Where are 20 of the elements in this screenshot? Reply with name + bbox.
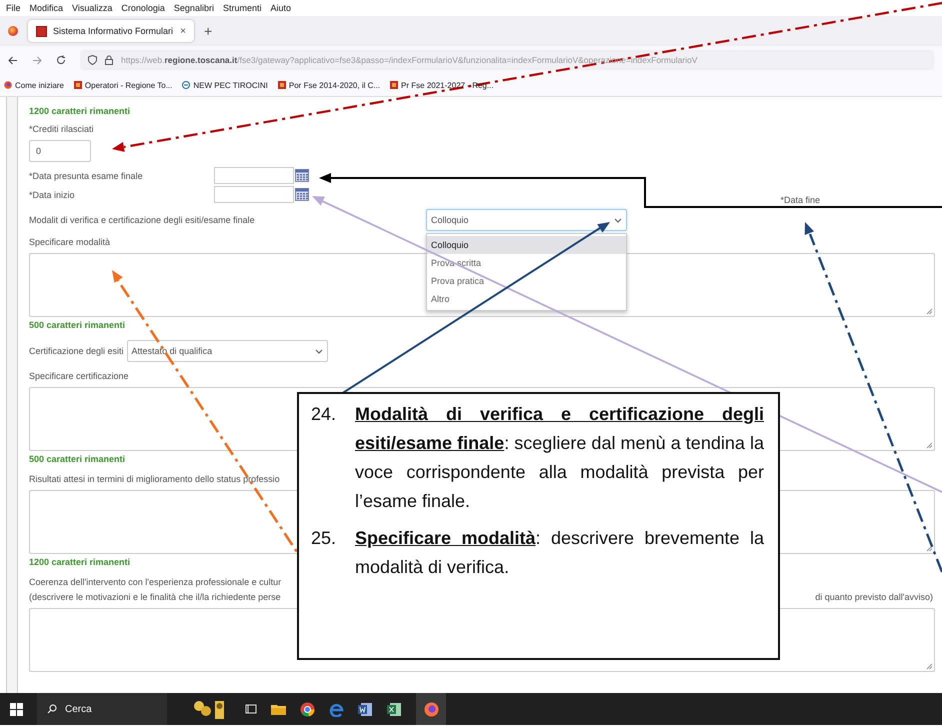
character-counter: 1200 caratteri rimanenti [29, 106, 130, 116]
instruction-text: Modalità di verifica e certificazione degli esiti/esame finale: scegliere dal menù a tendina la voce corrispondente alla modalità prevista per l’esame finale. [355, 403, 764, 513]
field-label: Certificazione degli esiti [29, 346, 124, 356]
field-label: *Crediti rilasciati [29, 124, 95, 134]
field-label: Risultati attesi in termini di miglioramento dello status professio [29, 473, 280, 486]
field-label: Specificare certificazione [29, 370, 129, 383]
field-label: *Data fine [780, 194, 820, 204]
instruction-text: Specificare modalità: descrivere brevemente la modalità di verifica. [355, 527, 764, 579]
field-label: (descrivere le motivazioni e le finalità che il/la richiedente perse [29, 591, 281, 604]
character-counter: 1200 caratteri rimanenti [29, 557, 130, 567]
list-number: 24. [310, 403, 338, 426]
field-label: Specificare modalità [29, 236, 110, 249]
field-label: di quanto previsto dall'avviso) [815, 591, 933, 604]
list-number: 25. [310, 527, 338, 550]
field-label: Modalit di verifica e certificazione degli esiti/esame finale [29, 215, 256, 225]
field-label: Coerenza dell'intervento con l'esperienza professionale e cultur [29, 576, 282, 589]
field-label: *Data inizio [29, 190, 76, 200]
character-counter: 500 caratteri rimanenti [29, 454, 126, 464]
field-label: *Data presunta esame finale [29, 170, 144, 180]
character-counter: 500 caratteri rimanenti [29, 320, 126, 330]
